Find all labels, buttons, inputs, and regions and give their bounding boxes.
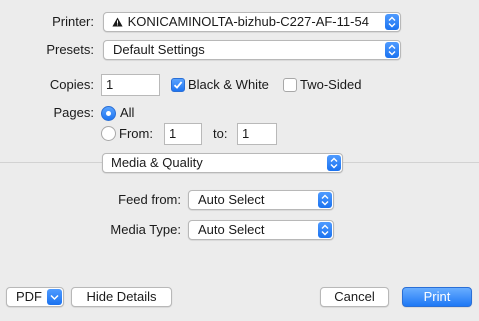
chevron-down-icon	[47, 289, 62, 305]
section-value: Media & Quality	[111, 155, 203, 170]
printer-popup[interactable]: KONICAMINOLTA-bizhub-C227-AF-11-54	[103, 12, 401, 32]
two-sided-label[interactable]: Two-Sided	[300, 75, 361, 95]
hide-details-button[interactable]: Hide Details	[71, 287, 172, 307]
pages-label: Pages:	[53, 105, 94, 120]
cancel-button[interactable]: Cancel	[320, 287, 389, 307]
pages-all-label[interactable]: All	[120, 103, 134, 123]
popup-stepper-icon	[318, 192, 332, 208]
presets-popup[interactable]: Default Settings	[103, 40, 401, 60]
media-type-popup[interactable]: Auto Select	[188, 220, 334, 240]
pdf-label: PDF	[16, 289, 42, 304]
feed-from-value: Auto Select	[198, 192, 265, 207]
black-white-label[interactable]: Black & White	[188, 75, 269, 95]
copies-label: Copies:	[49, 77, 94, 92]
pages-from-label: From:	[119, 126, 153, 141]
media-type-label: Media Type:	[110, 222, 181, 237]
pages-from-field[interactable]: 1	[164, 123, 202, 145]
popup-stepper-icon	[318, 222, 332, 238]
popup-stepper-icon	[327, 155, 341, 171]
presets-label: Presets:	[46, 42, 94, 57]
pages-from-radio[interactable]	[101, 126, 116, 141]
checkmark-icon	[173, 81, 183, 89]
popup-stepper-icon	[385, 42, 399, 58]
pages-to-label: to:	[213, 126, 228, 141]
printer-label: Printer:	[52, 14, 94, 29]
copies-field[interactable]: 1	[101, 74, 160, 96]
pages-to-field[interactable]: 1	[237, 123, 277, 145]
two-sided-checkbox[interactable]	[283, 78, 297, 92]
section-popup[interactable]: Media & Quality	[102, 153, 343, 173]
pdf-menu-button[interactable]: PDF	[6, 287, 64, 307]
warning-triangle-icon	[112, 14, 124, 31]
media-type-value: Auto Select	[198, 222, 265, 237]
presets-value: Default Settings	[113, 42, 205, 57]
feed-from-popup[interactable]: Auto Select	[188, 190, 334, 210]
print-button[interactable]: Print	[402, 287, 472, 307]
printer-name: KONICAMINOLTA-bizhub-C227-AF-11-54	[127, 14, 369, 29]
feed-from-label: Feed from:	[118, 192, 181, 207]
pages-all-radio[interactable]	[101, 106, 116, 121]
popup-stepper-icon	[385, 14, 399, 30]
black-white-checkbox[interactable]	[171, 78, 185, 92]
